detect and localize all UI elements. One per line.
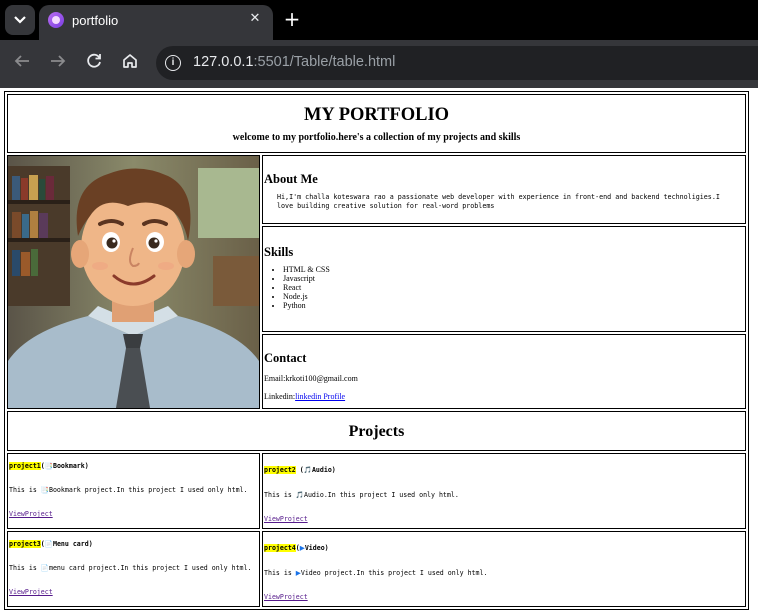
page-subtitle: welcome to my portfolio.here's a collect… (232, 132, 521, 143)
bookmark-icon: 📑 (44, 462, 53, 470)
project-tag: project3 (9, 540, 41, 548)
skills-list: HTML & CSS Javascript React Node.js Pyth… (283, 265, 745, 311)
profile-photo-cell (7, 155, 260, 409)
tab-search-button[interactable] (5, 5, 35, 35)
project-description: This is 📑Bookmark project.In this projec… (9, 486, 248, 494)
portfolio-table: MY PORTFOLIO welcome to my portfolio.her… (4, 91, 749, 610)
project-name: Video) (304, 544, 329, 552)
music-icon: 🎵 (295, 491, 304, 499)
view-project-link[interactable]: ViewProject (9, 510, 53, 518)
skill-item: Javascript (283, 274, 745, 283)
project-tag: project4 (264, 544, 296, 552)
browser-tab[interactable]: portfolio ✕ (39, 5, 273, 40)
url-text[interactable]: 127.0.0.1:5501/Table/table.html (193, 54, 395, 70)
skill-item: Node.js (283, 292, 745, 301)
bookmark-icon: 📑 (40, 486, 49, 494)
linkedin-profile-link[interactable]: linkedin Profile (295, 392, 345, 401)
browser-tab-bar: portfolio ✕ + (0, 0, 758, 40)
project-description: This is 🎵Audio.In this project I used on… (264, 491, 459, 499)
about-heading: About Me (264, 172, 318, 186)
about-text: Hi,I'm challa koteswara rao a passionate… (277, 193, 720, 210)
skills-cell: Skills HTML & CSS Javascript React Node.… (262, 225, 746, 333)
project-name: Menu card) (52, 540, 93, 548)
skill-item: HTML & CSS (283, 265, 745, 274)
back-arrow-icon[interactable] (11, 52, 33, 74)
project-description: This is ▶Video project.In this project I… (264, 569, 488, 577)
reload-icon[interactable] (83, 52, 105, 74)
page-title: MY PORTFOLIO (303, 105, 450, 125)
project-card-4: project4(▶Video) This is ▶Video project.… (262, 531, 746, 607)
contact-heading: Contact (264, 351, 307, 366)
plus-icon[interactable]: + (282, 8, 302, 32)
browser-toolbar: i 127.0.0.1:5501/Table/table.html (0, 40, 758, 88)
document-icon: 📄 (44, 540, 53, 548)
skills-heading: Skills (264, 244, 294, 259)
page-viewport: MY PORTFOLIO welcome to my portfolio.her… (0, 88, 758, 614)
project-card-3: project3(📄Menu card) This is 📄menu card … (7, 531, 260, 607)
document-icon: 📄 (40, 564, 49, 572)
tab-title: portfolio (72, 13, 119, 28)
projects-heading: Projects (348, 423, 405, 440)
project-name: Audio) (311, 466, 336, 474)
close-icon[interactable]: ✕ (247, 11, 263, 27)
linkedin-label: Linkedin: (264, 392, 296, 402)
chevron-down-icon (14, 16, 26, 24)
project-description: This is 📄menu card project.In this proje… (9, 564, 252, 572)
profile-photo (8, 156, 259, 408)
project-tag: project2 (264, 466, 296, 474)
address-bar[interactable]: i 127.0.0.1:5501/Table/table.html (156, 46, 758, 80)
project-tag: project1 (9, 462, 41, 470)
site-info-icon[interactable]: i (165, 55, 181, 71)
forward-arrow-icon[interactable] (47, 52, 69, 74)
view-project-link[interactable]: ViewProject (264, 593, 308, 601)
favicon-icon (48, 12, 64, 28)
about-cell: About Me Hi,I'm challa koteswara rao a p… (262, 155, 746, 224)
skill-item: React (283, 283, 745, 292)
music-icon: 🎵 (303, 466, 312, 474)
header-cell: MY PORTFOLIO welcome to my portfolio.her… (7, 94, 746, 153)
project-card-2: project2 (🎵Audio) This is 🎵Audio.In this… (262, 453, 746, 529)
view-project-link[interactable]: ViewProject (264, 515, 308, 523)
view-project-link[interactable]: ViewProject (9, 588, 53, 596)
home-icon[interactable] (119, 52, 141, 74)
skill-item: Python (283, 301, 745, 310)
contact-cell: Contact Email:krkoti100@gmail.com Linked… (262, 334, 746, 409)
project-name: Bookmark) (52, 462, 89, 470)
projects-heading-cell: Projects (7, 411, 746, 451)
contact-linkedin: Linkedin:linkedin Profile (264, 392, 745, 401)
contact-email: Email:krkoti100@gmail.com (264, 374, 358, 384)
project-card-1: project1(📑Bookmark) This is 📑Bookmark pr… (7, 453, 260, 529)
